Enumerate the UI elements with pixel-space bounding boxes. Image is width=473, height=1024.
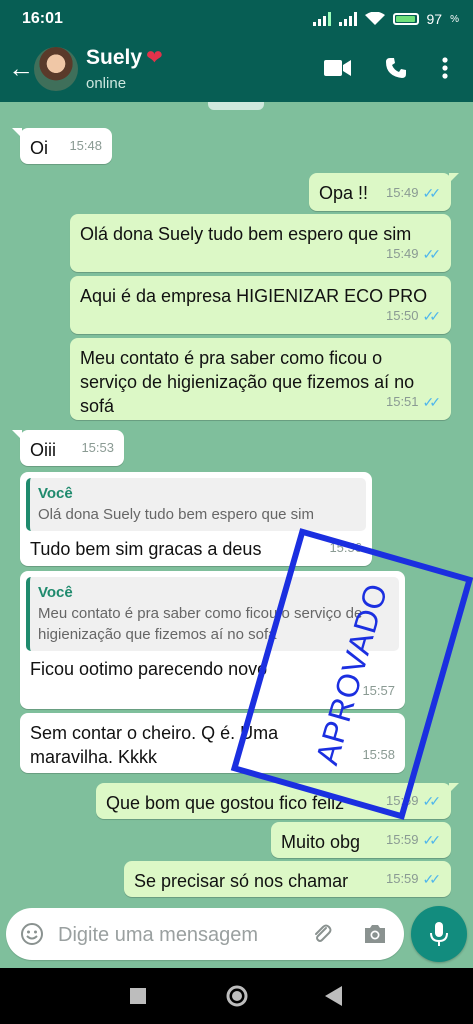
message-outgoing[interactable]: Aqui é da empresa HIGIENIZAR ECO PRO 15:… [70,276,451,334]
message-time: 15:49 [385,185,419,200]
message-meta: 15:50 ✓✓ [386,304,441,328]
message-outgoing[interactable]: Que bom que gostou fico feliz 15:59 ✓✓ [96,783,459,819]
signal-icon [312,12,331,26]
message-meta: 15:49 ✓✓ [386,181,441,205]
message-incoming[interactable]: Sem contar o cheiro. Q é. Uma maravilha.… [20,713,405,773]
signal-icon [338,12,357,26]
battery-level: 97 [426,11,443,27]
quote-author: Você [38,584,73,601]
message-outgoing[interactable]: Opa !! 15:49 ✓✓ [309,173,459,211]
more-vert-icon[interactable] [440,56,450,80]
message-time: 15:57 [362,683,395,698]
status-time: 16:01 [22,10,63,27]
message-outgoing[interactable]: Meu contato é pra saber como ficou o ser… [70,338,451,420]
read-ticks-icon: ✓✓ [422,185,442,201]
message-time: 15:59 [385,871,419,886]
message-outgoing[interactable]: Olá dona Suely tudo bem espero que sim 1… [70,214,451,272]
battery-icon [392,13,419,25]
message-input[interactable] [56,908,300,962]
message-outgoing[interactable]: Muito obg 15:59 ✓✓ [271,822,451,858]
message-meta: 15:57 [362,679,395,703]
message-incoming[interactable]: Oiii 15:53 [12,430,124,466]
message-time: 15:56 [329,540,362,555]
message-time: 15:59 [385,793,419,808]
message-meta: 15:59 ✓✓ [386,828,441,852]
contact-name[interactable]: Suely [86,46,142,70]
status-bar: 16:01 97% [0,0,473,38]
read-ticks-icon: ✓✓ [422,246,442,262]
message-meta: 15:48 [69,134,102,158]
nav-recents-icon[interactable] [130,988,146,1004]
contact-status: online [86,75,127,92]
message-incoming-reply[interactable]: Você Meu contato é pra saber como ficou … [20,571,405,709]
read-ticks-icon: ✓✓ [422,832,442,848]
heart-icon: ❤ [146,47,163,69]
read-ticks-icon: ✓✓ [422,308,442,324]
video-call-icon[interactable] [324,58,352,78]
quote-text: Olá dona Suely tudo bem espero que sim [38,506,314,523]
date-pill [208,102,264,110]
quoted-message[interactable]: Você Meu contato é pra saber como ficou … [26,577,399,651]
message-text: Que bom que gostou fico feliz [106,793,345,813]
avatar[interactable] [34,47,78,91]
message-text: Ficou ootimo parecendo novo [30,659,268,679]
message-text: Se precisar só nos chamar [134,871,349,891]
message-meta: 15:59 ✓✓ [386,867,441,891]
emoji-icon[interactable] [20,922,44,946]
message-meta: 15:56 [329,536,362,560]
read-ticks-icon: ✓✓ [422,871,442,887]
back-arrow-icon[interactable]: ← [8,54,34,82]
message-time: 15:59 [385,832,419,847]
battery-percent-sign: % [450,13,459,25]
camera-icon[interactable] [362,922,388,946]
message-time: 15:50 [385,308,419,323]
message-text: Opa !! [319,183,369,203]
nav-home-icon[interactable] [225,984,249,1008]
message-text: Aqui é da empresa HIGIENIZAR ECO PRO [80,286,428,306]
message-meta: 15:59 ✓✓ [386,789,441,813]
status-icons: 97% [312,11,459,27]
phone-icon[interactable] [384,56,408,80]
read-ticks-icon: ✓✓ [422,793,442,809]
message-composer [6,908,404,962]
read-ticks-icon: ✓✓ [422,394,442,410]
system-nav-bar [0,968,473,1024]
message-text: Muito obg [281,832,361,852]
message-meta: 15:49 ✓✓ [386,242,441,266]
chat-header: ← Suely ❤ online [0,38,473,102]
quoted-message[interactable]: Você Olá dona Suely tudo bem espero que … [26,478,366,531]
quote-author: Você [38,485,73,502]
attach-icon[interactable] [310,922,334,946]
message-time: 15:51 [385,394,419,409]
message-incoming[interactable]: Oi 15:48 [12,128,112,164]
message-meta: 15:53 [81,436,114,460]
message-time: 15:48 [69,138,102,153]
mic-button[interactable] [411,906,467,962]
message-incoming-reply[interactable]: Você Olá dona Suely tudo bem espero que … [20,472,372,566]
message-outgoing[interactable]: Se precisar só nos chamar 15:59 ✓✓ [124,861,451,897]
message-time: 15:58 [362,747,395,762]
message-meta: 15:51 ✓✓ [386,390,441,414]
message-text: Sem contar o cheiro. Q é. Uma maravilha.… [30,723,279,767]
message-text: Tudo bem sim gracas a deus [30,539,262,559]
message-text: Meu contato é pra saber como ficou o ser… [80,348,415,416]
nav-back-icon[interactable] [325,986,343,1006]
message-text: Olá dona Suely tudo bem espero que sim [80,224,412,244]
message-time: 15:53 [81,440,114,455]
message-text: Oi [30,138,48,158]
message-text: Oiii [30,440,56,460]
quote-text: Meu contato é pra saber como ficou o ser… [38,605,363,643]
wifi-icon [364,12,385,25]
mic-icon [430,922,448,946]
message-meta: 15:58 [362,743,395,767]
message-time: 15:49 [385,246,419,261]
